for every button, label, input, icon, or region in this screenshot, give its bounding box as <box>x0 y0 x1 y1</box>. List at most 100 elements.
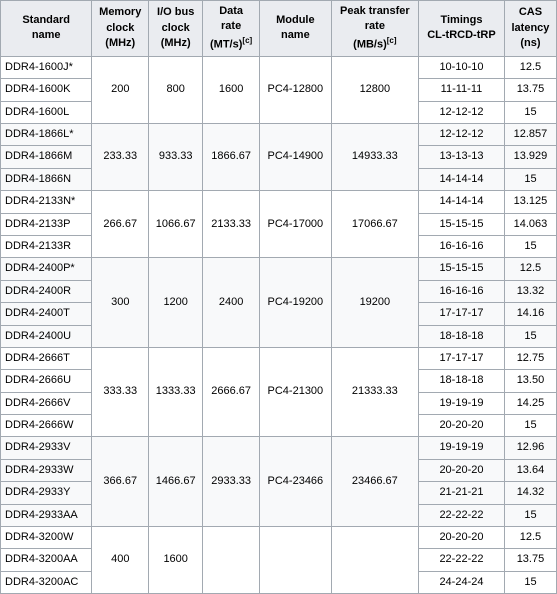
cell-peak-transfer: 12800 <box>331 56 418 123</box>
cell-io-bus-clock: 800 <box>149 56 203 123</box>
cell-io-bus-clock: 1600 <box>149 527 203 594</box>
cell-cas-latency: 12.5 <box>504 258 556 280</box>
cell-standard-name: DDR4-1866N <box>1 168 92 190</box>
cell-module-name: PC4-12800 <box>259 56 331 123</box>
header-memory-clock: Memoryclock(MHz) <box>92 1 149 57</box>
cell-cas-latency: 13.50 <box>504 370 556 392</box>
cell-cas-latency: 15 <box>504 571 556 593</box>
cell-standard-name: DDR4-2666U <box>1 370 92 392</box>
cell-cas-latency: 13.32 <box>504 280 556 302</box>
cell-timings: 15-15-15 <box>419 258 505 280</box>
cell-cas-latency: 12.857 <box>504 124 556 146</box>
cell-timings: 22-22-22 <box>419 504 505 526</box>
cell-cas-latency: 13.929 <box>504 146 556 168</box>
cell-timings: 20-20-20 <box>419 415 505 437</box>
cell-standard-name: DDR4-2933V <box>1 437 92 459</box>
cell-standard-name: DDR4-2400P* <box>1 258 92 280</box>
cell-timings: 11-11-11 <box>419 79 505 101</box>
cell-data-rate: 1866.67 <box>203 124 260 191</box>
cell-data-rate: 2933.33 <box>203 437 260 527</box>
cell-standard-name: DDR4-3200AC <box>1 571 92 593</box>
cell-cas-latency: 14.063 <box>504 213 556 235</box>
cell-timings: 20-20-20 <box>419 459 505 481</box>
cell-standard-name: DDR4-1600L <box>1 101 92 123</box>
cell-cas-latency: 12.75 <box>504 347 556 369</box>
cell-io-bus-clock: 933.33 <box>149 124 203 191</box>
cell-io-bus-clock: 1066.67 <box>149 191 203 258</box>
cell-cas-latency: 15 <box>504 168 556 190</box>
cell-memory-clock: 400 <box>92 527 149 594</box>
cell-cas-latency: 14.32 <box>504 482 556 504</box>
cell-standard-name: DDR4-1866M <box>1 146 92 168</box>
cell-data-rate: 2133.33 <box>203 191 260 258</box>
cell-cas-latency: 13.125 <box>504 191 556 213</box>
cell-standard-name: DDR4-2400R <box>1 280 92 302</box>
cell-io-bus-clock: 1466.67 <box>149 437 203 527</box>
cell-timings: 17-17-17 <box>419 347 505 369</box>
cell-standard-name: DDR4-2666V <box>1 392 92 414</box>
cell-standard-name: DDR4-3200AA <box>1 549 92 571</box>
cell-peak-transfer: 19200 <box>331 258 418 348</box>
header-peak-transfer: Peak transferrate(MB/s)[c] <box>331 1 418 57</box>
cell-module-name: PC4-25600 <box>259 527 331 594</box>
cell-cas-latency: 13.75 <box>504 549 556 571</box>
header-module-name: Modulename <box>259 1 331 57</box>
cell-cas-latency: 12.5 <box>504 527 556 549</box>
cell-timings: 21-21-21 <box>419 482 505 504</box>
cell-io-bus-clock: 1200 <box>149 258 203 348</box>
cell-timings: 12-12-12 <box>419 124 505 146</box>
cell-peak-transfer: 23466.67 <box>331 437 418 527</box>
cell-timings: 17-17-17 <box>419 303 505 325</box>
cell-io-bus-clock: 1333.33 <box>149 347 203 437</box>
cell-timings: 20-20-20 <box>419 527 505 549</box>
cell-cas-latency: 15 <box>504 504 556 526</box>
cell-standard-name: DDR4-2933W <box>1 459 92 481</box>
ddr4-table: Standardname Memoryclock(MHz) I/O busclo… <box>0 0 557 594</box>
cell-module-name: PC4-14900 <box>259 124 331 191</box>
cell-memory-clock: 266.67 <box>92 191 149 258</box>
header-data-rate: Datarate(MT/s)[c] <box>203 1 260 57</box>
cell-standard-name: DDR4-2666W <box>1 415 92 437</box>
cell-memory-clock: 333.33 <box>92 347 149 437</box>
cell-timings: 12-12-12 <box>419 101 505 123</box>
cell-cas-latency: 13.64 <box>504 459 556 481</box>
cell-standard-name: DDR4-3200W <box>1 527 92 549</box>
header-standard: Standardname <box>1 1 92 57</box>
table-row: DDR4-2133N*266.671066.672133.33PC4-17000… <box>1 191 557 213</box>
cell-cas-latency: 15 <box>504 235 556 257</box>
cell-data-rate: 1600 <box>203 56 260 123</box>
cell-cas-latency: 14.25 <box>504 392 556 414</box>
cell-standard-name: DDR4-1866L* <box>1 124 92 146</box>
cell-peak-transfer: 17066.67 <box>331 191 418 258</box>
cell-standard-name: DDR4-2133P <box>1 213 92 235</box>
header-cas-latency: CASlatency(ns) <box>504 1 556 57</box>
cell-data-rate: 2400 <box>203 258 260 348</box>
cell-cas-latency: 12.5 <box>504 56 556 78</box>
cell-memory-clock: 300 <box>92 258 149 348</box>
cell-cas-latency: 15 <box>504 101 556 123</box>
cell-timings: 14-14-14 <box>419 191 505 213</box>
cell-standard-name: DDR4-1600K <box>1 79 92 101</box>
cell-peak-transfer: 21333.33 <box>331 347 418 437</box>
table-row: DDR4-1866L*233.33933.331866.67PC4-149001… <box>1 124 557 146</box>
cell-peak-transfer: 25600 <box>331 527 418 594</box>
cell-standard-name: DDR4-2933AA <box>1 504 92 526</box>
cell-standard-name: DDR4-2400U <box>1 325 92 347</box>
table-row: DDR4-2666T333.331333.332666.67PC4-213002… <box>1 347 557 369</box>
cell-cas-latency: 14.16 <box>504 303 556 325</box>
cell-timings: 14-14-14 <box>419 168 505 190</box>
cell-module-name: PC4-19200 <box>259 258 331 348</box>
cell-timings: 24-24-24 <box>419 571 505 593</box>
table-row: DDR4-2933V366.671466.672933.33PC4-234662… <box>1 437 557 459</box>
cell-cas-latency: 15 <box>504 415 556 437</box>
cell-timings: 16-16-16 <box>419 280 505 302</box>
cell-memory-clock: 366.67 <box>92 437 149 527</box>
cell-standard-name: DDR4-1600J* <box>1 56 92 78</box>
cell-cas-latency: 12.96 <box>504 437 556 459</box>
cell-timings: 15-15-15 <box>419 213 505 235</box>
cell-timings: 16-16-16 <box>419 235 505 257</box>
cell-module-name: PC4-17000 <box>259 191 331 258</box>
cell-timings: 19-19-19 <box>419 392 505 414</box>
cell-timings: 18-18-18 <box>419 370 505 392</box>
cell-data-rate: 2666.67 <box>203 347 260 437</box>
